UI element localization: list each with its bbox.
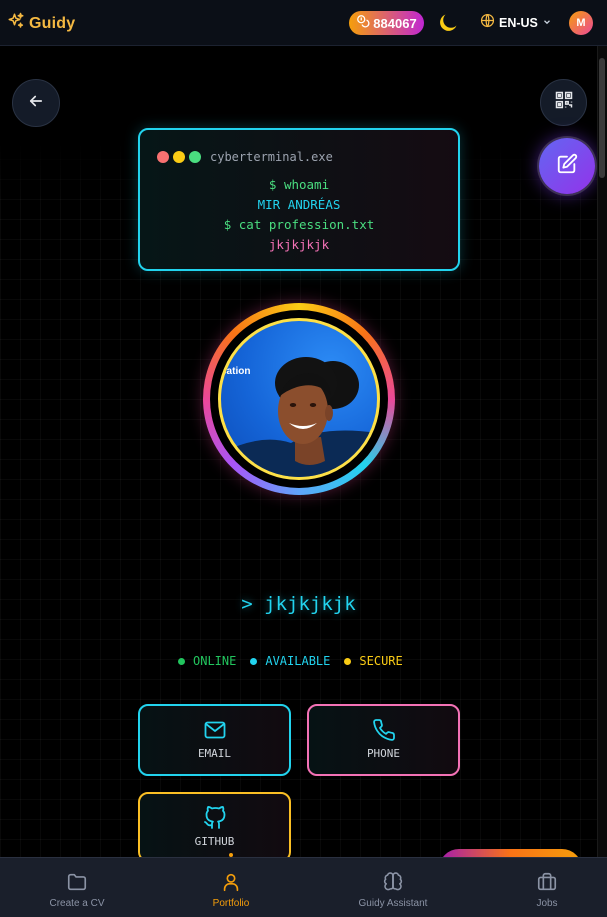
status-online: ONLINE: [178, 654, 236, 668]
bottom-nav: Create a CV Portfolio Guidy Assistant Jo…: [0, 857, 607, 917]
email-card[interactable]: EMAIL: [138, 704, 291, 776]
nav-label: Portfolio: [212, 898, 250, 909]
moon-icon[interactable]: [436, 11, 460, 35]
secure-dot-icon: [344, 657, 352, 665]
brand[interactable]: Guidy: [7, 12, 75, 35]
status-secure: SECURE: [344, 654, 403, 668]
scrollbar[interactable]: [597, 46, 607, 857]
top-bar: Guidy 884067 EN-US M: [0, 0, 607, 46]
email-label: EMAIL: [197, 747, 232, 760]
profile-ring: cation: [203, 303, 395, 495]
folder-icon: [66, 871, 88, 893]
brand-name: Guidy: [29, 14, 76, 32]
scrollbar-thumb[interactable]: [599, 58, 605, 178]
profile-display-name: > jkjkjkjk: [241, 593, 356, 615]
coins-icon: [356, 14, 370, 33]
qr-code-icon: [554, 90, 574, 115]
phone-card-icon: [309, 718, 458, 747]
terminal-line-profession: jkjkjkjk: [268, 237, 330, 252]
nav-portfolio[interactable]: Portfolio: [191, 858, 271, 917]
terminal-line-name: MIR ANDRÉAS: [257, 197, 341, 212]
github-label: GITHUB: [194, 835, 235, 848]
globe-icon: [480, 13, 495, 33]
status-label: ONLINE: [193, 654, 237, 668]
user-avatar[interactable]: M: [569, 11, 593, 35]
terminal-line-command-2: $ cat profession.txt: [223, 217, 375, 232]
nav-create-cv[interactable]: Create a CV: [37, 858, 117, 917]
nav-guidy-assistant[interactable]: Guidy Assistant: [343, 858, 443, 917]
github-icon: [203, 806, 227, 835]
terminal-line-command: $ whoami: [268, 177, 330, 192]
mail-icon: [203, 718, 227, 747]
status-label: AVAILABLE: [265, 654, 331, 668]
floating-action-button[interactable]: [439, 849, 582, 857]
back-button[interactable]: [12, 79, 60, 127]
person-portrait-icon: [221, 357, 377, 477]
phone-icon: [372, 718, 396, 747]
portfolio-content: cyberterminal.exe $ whoami MIR ANDRÉAS $…: [0, 47, 597, 857]
available-dot-icon: [250, 657, 258, 665]
nav-label: Guidy Assistant: [358, 898, 428, 909]
phone-label: PHONE: [366, 747, 401, 760]
green-dot-icon: [189, 151, 201, 163]
user-initial: M: [576, 17, 586, 29]
cyber-terminal: cyberterminal.exe $ whoami MIR ANDRÉAS $…: [138, 128, 460, 271]
online-dot-icon: [178, 657, 185, 665]
phone-card[interactable]: PHONE: [307, 704, 460, 776]
yellow-dot-icon: [173, 151, 185, 163]
points-badge[interactable]: 884067: [349, 11, 424, 35]
language-code: EN-US: [499, 16, 538, 30]
edit-button[interactable]: [539, 138, 595, 194]
nav-label: Jobs: [536, 898, 558, 909]
qr-code-button[interactable]: [540, 79, 587, 126]
nav-jobs[interactable]: Jobs: [507, 858, 587, 917]
language-selector[interactable]: EN-US: [480, 13, 552, 33]
github-card-icon: [140, 806, 289, 835]
chevron-down-icon: [542, 14, 552, 32]
points-value: 884067: [373, 15, 417, 31]
nav-label: Create a CV: [49, 898, 105, 909]
terminal-title: cyberterminal.exe: [210, 150, 333, 164]
window-dots: [157, 151, 201, 163]
red-dot-icon: [157, 151, 169, 163]
github-card[interactable]: GITHUB: [138, 792, 291, 857]
briefcase-icon: [536, 871, 558, 893]
email-card-icon: [140, 718, 289, 747]
arrow-left-icon: [27, 92, 45, 115]
photo-caption-text: cation: [221, 366, 251, 377]
ring-inner: cation: [210, 310, 388, 488]
edit-icon: [556, 153, 578, 180]
status-label: SECURE: [359, 654, 403, 668]
profile-photo[interactable]: cation: [218, 318, 380, 480]
user-icon: [220, 871, 242, 893]
sparkles-icon: [7, 12, 25, 35]
status-row: ONLINE AVAILABLE SECURE: [178, 654, 403, 668]
status-available: AVAILABLE: [250, 654, 330, 668]
brain-icon: [382, 871, 404, 893]
